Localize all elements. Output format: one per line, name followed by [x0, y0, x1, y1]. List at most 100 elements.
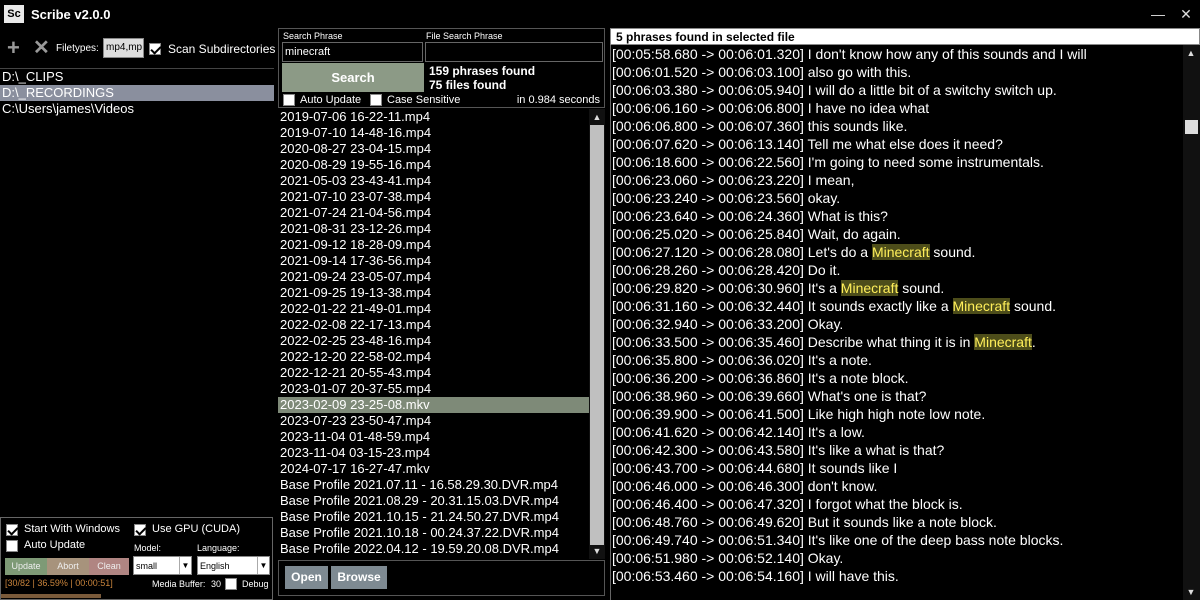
transcript-line: [00:06:35.800 -> 00:06:36.020] It's a no… [611, 351, 1183, 369]
settings-box: Start With Windows Use GPU (CUDA) Auto U… [0, 517, 273, 600]
file-list-item[interactable]: 2023-01-07 20-37-55.mp4 [278, 381, 589, 397]
file-list-item[interactable]: 2022-02-25 23-48-16.mp4 [278, 333, 589, 349]
transcript-line-text: [00:06:18.600 -> 00:06:22.560] I'm going… [612, 154, 1044, 170]
file-list-item[interactable]: 2021-09-24 23-05-07.mp4 [278, 269, 589, 285]
title-bar: Sc Scribe v2.0.0 — ✕ [0, 0, 1200, 28]
model-label: Model: [134, 543, 162, 553]
app-logo: Sc [4, 5, 24, 23]
transcript-panel: 5 phrases found in selected file [00:05:… [610, 28, 1200, 600]
plus-icon[interactable]: + [7, 36, 20, 60]
file-list-item[interactable]: Base Profile 2021.08.29 - 20.31.15.03.DV… [278, 493, 589, 509]
update-button[interactable]: Update [5, 558, 47, 575]
abort-button[interactable]: Abort [47, 558, 89, 575]
file-list-item[interactable]: 2021-07-10 23-07-38.mp4 [278, 189, 589, 205]
file-list-item[interactable]: Base Profile 2022.04.12 - 19.59.20.08.DV… [278, 541, 589, 557]
scan-subdirectories-checkbox[interactable] [149, 43, 161, 55]
transcript-line: [00:06:32.940 -> 00:06:33.200] Okay. [611, 315, 1183, 333]
search-match-highlight: Minecraft [871, 244, 930, 260]
minimize-button[interactable]: — [1148, 4, 1168, 24]
transcript-line: [00:06:29.820 -> 00:06:30.960] It's a Mi… [611, 279, 1183, 297]
transcript-line-text: [00:06:06.800 -> 00:06:07.360] this soun… [612, 118, 908, 134]
transcript-line: [00:06:01.520 -> 00:06:03.100] also go w… [611, 63, 1183, 81]
close-button[interactable]: ✕ [1176, 4, 1196, 24]
scroll-up-icon[interactable]: ▲ [1183, 45, 1199, 61]
transcript-line-text: [00:06:07.620 -> 00:06:13.140] Tell me w… [612, 136, 1003, 152]
file-list-item[interactable]: 2019-07-06 16-22-11.mp4 [278, 109, 589, 125]
search-button[interactable]: Search [282, 63, 424, 92]
file-list-item[interactable]: 2021-08-31 23-12-26.mp4 [278, 221, 589, 237]
transcript-line-text: [00:06:53.460 -> 00:06:54.160] I will ha… [612, 568, 899, 584]
transcript-line-text: [00:06:43.700 -> 00:06:44.680] It sounds… [612, 460, 898, 476]
close-icon[interactable]: ✕ [33, 36, 50, 60]
file-list-item[interactable]: Base Profile 2021.10.18 - 00.24.37.22.DV… [278, 525, 589, 541]
file-list-item[interactable]: 2021-07-24 21-04-56.mp4 [278, 205, 589, 221]
model-select[interactable]: small ▼ [133, 556, 192, 575]
app-title: Scribe v2.0.0 [31, 7, 111, 22]
transcript-line: [00:06:49.740 -> 00:06:51.340] It's like… [611, 531, 1183, 549]
transcript-line-text: [00:06:46.400 -> 00:06:47.320] I forgot … [612, 496, 963, 512]
transcript-line: [00:06:53.460 -> 00:06:54.160] I will ha… [611, 567, 1183, 585]
filetypes-label: Filetypes: [56, 43, 99, 54]
transcript-line-text: [00:06:32.940 -> 00:06:33.200] Okay. [612, 316, 844, 332]
file-list-item[interactable]: 2023-02-09 23-25-08.mkv [278, 397, 589, 413]
file-list-item[interactable]: 2020-08-29 19-55-16.mp4 [278, 157, 589, 173]
file-list-item[interactable]: Base Profile 2021.07.11 - 16.58.29.30.DV… [278, 477, 589, 493]
debug-checkbox[interactable] [225, 578, 237, 590]
open-button[interactable]: Open [285, 566, 328, 589]
transcript-line: [00:06:36.200 -> 00:06:36.860] It's a no… [611, 369, 1183, 387]
transcript-line-text: sound. [1010, 298, 1057, 314]
file-list-scrollbar[interactable]: ▲ ▼ [589, 109, 605, 559]
scroll-down-icon[interactable]: ▼ [1183, 584, 1199, 600]
file-list-item[interactable]: 2022-12-20 22-58-02.mp4 [278, 349, 589, 365]
directory-item[interactable]: C:\Users\james\Videos [0, 101, 274, 117]
file-list-item[interactable]: 2022-01-22 21-49-01.mp4 [278, 301, 589, 317]
file-list-item[interactable]: 2021-09-25 19-13-38.mp4 [278, 285, 589, 301]
filetypes-input[interactable]: mp4,mp [103, 38, 144, 58]
file-list-item[interactable]: 2020-08-27 23-04-15.mp4 [278, 141, 589, 157]
file-list-item[interactable]: 2021-09-12 18-28-09.mp4 [278, 237, 589, 253]
transcript-line: [00:06:25.020 -> 00:06:25.840] Wait, do … [611, 225, 1183, 243]
auto-update-checkbox[interactable] [6, 540, 18, 552]
file-list-item[interactable]: 2024-07-17 16-27-47.mkv [278, 461, 589, 477]
file-list-item[interactable]: 2023-11-04 03-15-23.mp4 [278, 445, 589, 461]
language-select[interactable]: English ▼ [197, 556, 270, 575]
media-buffer-value[interactable]: 30 [211, 579, 221, 589]
directory-toolbar: + ✕ Filetypes: mp4,mp Scan Subdirectorie… [0, 36, 275, 62]
auto-update-search-checkbox[interactable] [283, 94, 295, 106]
file-list-item[interactable]: 2022-02-08 22-17-13.mp4 [278, 317, 589, 333]
clean-button[interactable]: Clean [89, 558, 129, 575]
directory-item[interactable]: D:\_RECORDINGS [0, 85, 274, 101]
transcript-line-text: [00:06:03.380 -> 00:06:05.940] I will do… [612, 82, 1057, 98]
directory-item[interactable]: D:\_CLIPS [0, 69, 274, 85]
scrollbar-thumb[interactable] [590, 125, 604, 545]
scroll-up-icon[interactable]: ▲ [589, 109, 605, 125]
browse-button[interactable]: Browse [331, 566, 387, 589]
search-input[interactable]: minecraft [282, 42, 423, 62]
file-search-phrase-label: File Search Phrase [426, 31, 503, 41]
file-list-item[interactable]: 2023-07-23 23-50-47.mp4 [278, 413, 589, 429]
use-gpu-checkbox[interactable] [134, 524, 146, 536]
scrollbar-thumb[interactable] [1185, 120, 1198, 134]
file-list-item[interactable]: 2022-12-21 20-55-43.mp4 [278, 365, 589, 381]
transcript-line-text: [00:06:48.760 -> 00:06:49.620] But it so… [612, 514, 997, 530]
transcript-line: [00:06:39.900 -> 00:06:41.500] Like high… [611, 405, 1183, 423]
transcript-line-text: [00:06:28.260 -> 00:06:28.420] Do it. [612, 262, 841, 278]
transcript-scrollbar[interactable]: ▲ ▼ [1183, 45, 1200, 600]
case-sensitive-checkbox[interactable] [370, 94, 382, 106]
file-list-item[interactable]: 2021-05-03 23-43-41.mp4 [278, 173, 589, 189]
transcript-line-text: [00:06:51.980 -> 00:06:52.140] Okay. [612, 550, 844, 566]
file-list-item[interactable]: 2021-09-14 17-36-56.mp4 [278, 253, 589, 269]
transcript-text[interactable]: [00:05:58.680 -> 00:06:01.320] I don't k… [610, 45, 1183, 600]
transcript-line: [00:06:51.980 -> 00:06:52.140] Okay. [611, 549, 1183, 567]
use-gpu-label: Use GPU (CUDA) [152, 523, 241, 535]
transcript-line-text: [00:06:23.060 -> 00:06:23.220] I mean, [612, 172, 855, 188]
scroll-down-icon[interactable]: ▼ [589, 543, 605, 559]
file-list-item[interactable]: 2023-11-04 01-48-59.mp4 [278, 429, 589, 445]
file-list-item[interactable]: Base Profile 2021.10.15 - 21.24.50.27.DV… [278, 509, 589, 525]
file-list-item[interactable]: 2019-07-10 14-48-16.mp4 [278, 125, 589, 141]
transcript-line: [00:06:42.300 -> 00:06:43.580] It's like… [611, 441, 1183, 459]
file-search-input[interactable] [425, 42, 603, 62]
transcript-line-text: [00:05:58.680 -> 00:06:01.320] I don't k… [612, 46, 1087, 62]
transcript-line-text: [00:06:31.160 -> 00:06:32.440] It sounds… [612, 298, 953, 314]
start-with-windows-checkbox[interactable] [6, 524, 18, 536]
